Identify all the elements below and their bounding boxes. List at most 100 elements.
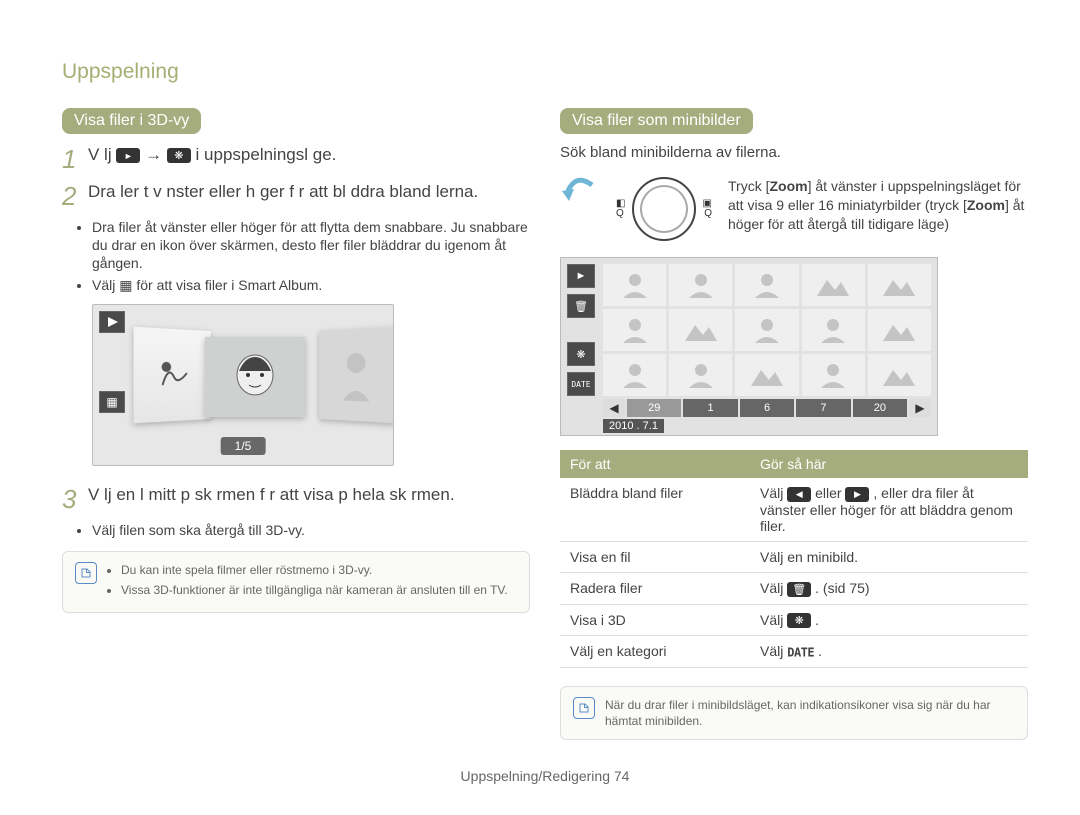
flower-3d-icon[interactable]: ❋	[567, 342, 595, 366]
bullet-item: Välj filen som ska återgå till 3D-vy.	[92, 521, 530, 539]
play-icon[interactable]: ►	[567, 264, 595, 288]
nav-number[interactable]: 20	[853, 399, 907, 417]
row-action: Välj en minibild.	[750, 541, 1028, 572]
info-icon	[573, 697, 595, 719]
footnote-text: När du drar filer i minibildsläget, kan …	[605, 697, 1015, 729]
footnote-box: När du drar filer i minibildsläget, kan …	[560, 686, 1028, 740]
curved-arrow-icon	[560, 177, 600, 241]
table-row: Visa en fil Välj en minibild.	[560, 541, 1028, 572]
row-label: Visa i 3D	[560, 604, 750, 636]
table-header: För att	[560, 450, 750, 478]
date-icon: DATE	[787, 646, 814, 660]
thumbnail[interactable]	[603, 309, 666, 351]
bullet-item: Välj ▦ för att visa filer i Smart Album.	[92, 276, 530, 294]
right-arrow-icon	[845, 487, 869, 502]
row-action: Välj eller , eller dra filer åt vänster …	[750, 478, 1028, 541]
nav-prev-button[interactable]: ◀	[603, 399, 625, 417]
info-item: Vissa 3D-funktioner är inte tillgängliga…	[121, 582, 508, 598]
figure-iconbar: ► 🗑 ❋ DATE	[567, 264, 595, 396]
thumbnail[interactable]	[802, 264, 865, 306]
info-text: Du kan inte spela filmer eller röstmemo …	[107, 562, 508, 602]
table-row: Välj en kategori Välj DATE .	[560, 636, 1028, 667]
left-column: Visa filer i 3D-vy 1 V lj → i uppspelnin…	[62, 108, 530, 740]
trash-icon	[787, 582, 811, 597]
dial-left-labels: ◧ Q	[616, 199, 625, 219]
nav-number[interactable]: 1	[683, 399, 737, 417]
thumbnail[interactable]	[603, 264, 666, 306]
thumb-side-left	[134, 327, 211, 424]
page-footer: Uppspelning/Redigering 74	[62, 768, 1028, 784]
zoom-instruction: ◧ Q ▣ Q Tryck [Zoom] åt vänster i uppspe…	[560, 177, 1028, 241]
row-label: Visa en fil	[560, 541, 750, 572]
info-item: Du kan inte spela filmer eller röstmemo …	[121, 562, 508, 578]
intro-text: Sök bland minibilderna av filerna.	[560, 144, 1028, 161]
bullet-item: Dra filer åt vänster eller höger för att…	[92, 218, 530, 272]
thumb-side-right	[319, 327, 394, 424]
zoom-dial: ◧ Q ▣ Q	[614, 177, 714, 241]
thumbnail[interactable]	[603, 354, 666, 396]
flower-3d-icon	[787, 613, 811, 628]
nav-next-button[interactable]: ▶	[909, 399, 931, 417]
row-action: Välj DATE .	[750, 636, 1028, 667]
trash-icon[interactable]: 🗑	[567, 294, 595, 318]
footer-page: 74	[614, 768, 630, 784]
row-label: Välj en kategori	[560, 636, 750, 667]
table-row: Bläddra bland filer Välj eller , eller d…	[560, 478, 1028, 541]
step-2: 2 Dra ler t v nster eller h ger f r att …	[62, 181, 530, 212]
step-3: 3 V lj en l mitt p sk rmen f r att visa …	[62, 484, 530, 515]
step-1-text: V lj → i uppspelningsl ge.	[88, 144, 530, 166]
step-2-bullets: Dra filer åt vänster eller höger för att…	[92, 218, 530, 294]
row-action: Välj .	[750, 604, 1028, 636]
figure-date: 2010 . 7.1	[603, 419, 664, 433]
info-box: Du kan inte spela filmer eller röstmemo …	[62, 551, 530, 613]
right-heading-pill: Visa filer som minibilder	[560, 108, 753, 134]
play-icon	[116, 148, 140, 163]
zoom-text: Tryck [Zoom] åt vänster i uppspelningslä…	[728, 177, 1028, 241]
dial-icon	[632, 177, 696, 241]
thumbnail[interactable]	[735, 264, 798, 306]
row-label: Bläddra bland filer	[560, 478, 750, 541]
row-action: Välj . (sid 75)	[750, 572, 1028, 604]
left-arrow-icon	[787, 487, 811, 502]
thumbnail[interactable]	[735, 309, 798, 351]
grid-icon[interactable]: ▦	[99, 391, 125, 413]
thumb-center[interactable]	[205, 337, 305, 417]
table-row: Radera filer Välj . (sid 75)	[560, 572, 1028, 604]
thumbnail[interactable]	[868, 309, 931, 351]
footer-label: Uppspelning/Redigering	[461, 768, 610, 784]
date-icon[interactable]: DATE	[567, 372, 595, 396]
step-3-bullets: Välj filen som ska återgå till 3D-vy.	[92, 521, 530, 539]
thumbnail[interactable]	[802, 309, 865, 351]
thumbnail[interactable]	[802, 354, 865, 396]
figure-3d-view: ▦ 1/5	[92, 304, 394, 466]
nav-number[interactable]: 6	[740, 399, 794, 417]
dial-right-labels: ▣ Q	[703, 199, 712, 219]
thumbnail[interactable]	[669, 264, 732, 306]
step-number: 3	[62, 484, 88, 515]
step-3-text: V lj en l mitt p sk rmen f r att visa p …	[88, 484, 530, 506]
step-number: 1	[62, 144, 88, 175]
section-header: Uppspelning	[62, 60, 1028, 84]
step-1: 1 V lj → i uppspelningsl ge.	[62, 144, 530, 175]
flower-3d-icon	[167, 148, 191, 163]
nav-number[interactable]: 7	[796, 399, 850, 417]
table-header: Gör så här	[750, 450, 1028, 478]
thumbnail[interactable]	[669, 354, 732, 396]
nav-number[interactable]: 29	[627, 399, 681, 417]
thumbnail[interactable]	[868, 264, 931, 306]
left-heading-pill: Visa filer i 3D-vy	[62, 108, 201, 134]
table-row: Visa i 3D Välj .	[560, 604, 1028, 636]
figure-thumbnail-grid: ► 🗑 ❋ DATE	[560, 257, 938, 436]
info-icon	[75, 562, 97, 584]
row-label: Radera filer	[560, 572, 750, 604]
thumbnail-grid	[603, 264, 931, 396]
step-number: 2	[62, 181, 88, 212]
actions-table: För att Gör så här Bläddra bland filer V…	[560, 450, 1028, 668]
thumbnail[interactable]	[669, 309, 732, 351]
play-icon[interactable]	[99, 311, 125, 333]
thumbnail[interactable]	[868, 354, 931, 396]
figure-counter: 1/5	[221, 437, 266, 455]
thumbnail[interactable]	[735, 354, 798, 396]
nav-row: ◀ 29 1 6 7 20 ▶	[603, 399, 931, 417]
step-2-text: Dra ler t v nster eller h ger f r att bl…	[88, 181, 530, 203]
